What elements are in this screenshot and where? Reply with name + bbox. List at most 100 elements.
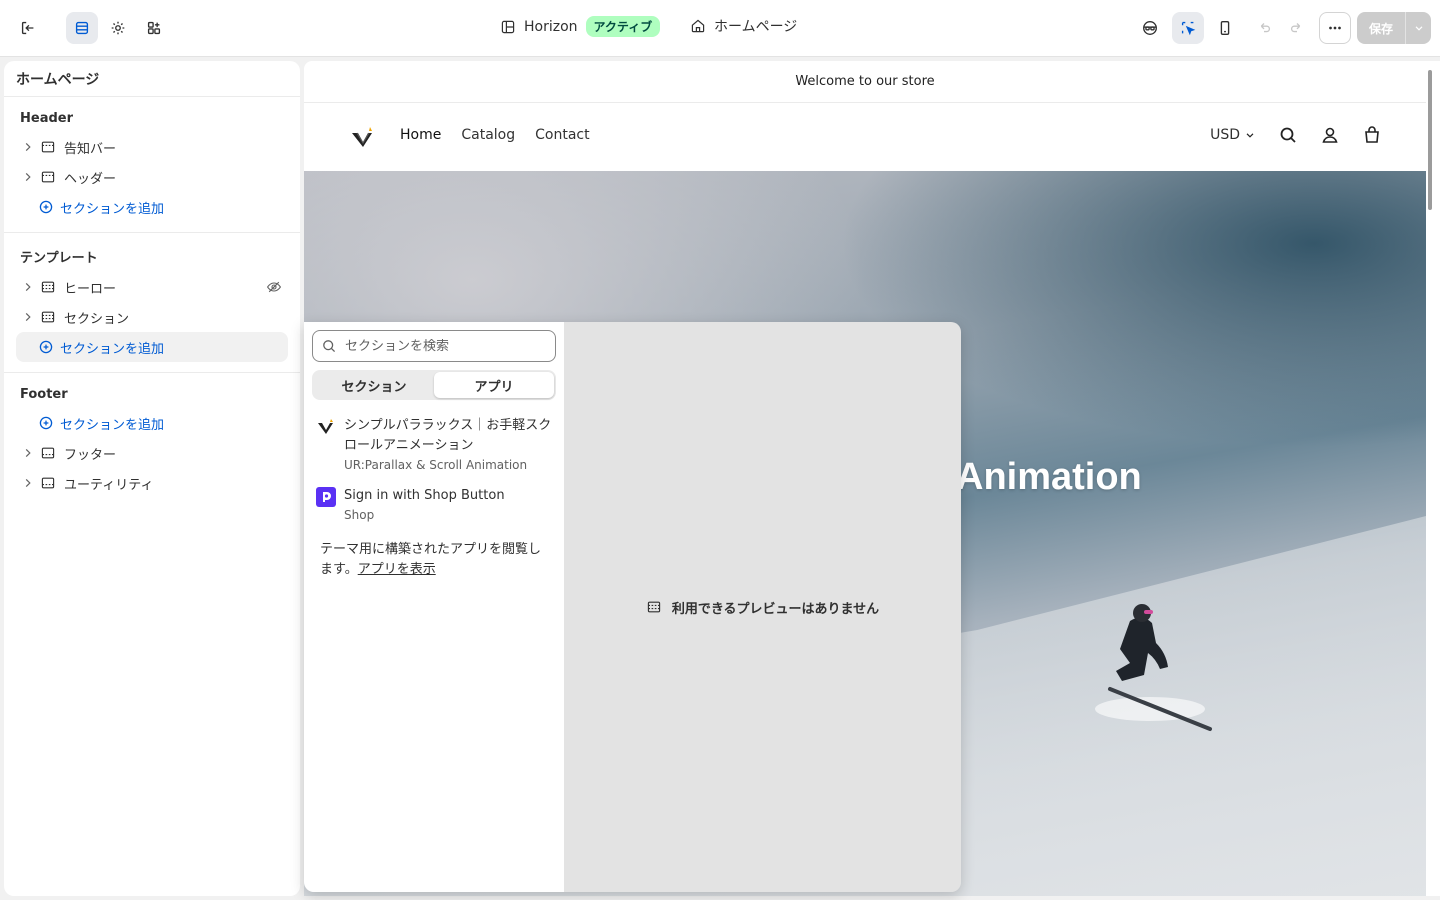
account-icon[interactable] (1320, 125, 1340, 145)
sections-tab-button[interactable] (66, 12, 98, 44)
app-text: Sign in with Shop Button Shop (344, 486, 505, 524)
search-icon[interactable] (1278, 125, 1298, 145)
app-text: シンプルパララックス｜お手軽スクロールアニメーション UR:Parallax &… (344, 416, 552, 474)
exit-icon (21, 21, 34, 35)
sections-icon (75, 21, 89, 35)
eye-hidden-icon[interactable] (266, 279, 282, 295)
header-section-icon (41, 141, 55, 153)
exit-button[interactable] (12, 12, 44, 44)
announcement-bar[interactable]: Welcome to our store (304, 61, 1426, 103)
nav-home[interactable]: Home (400, 127, 441, 143)
plus-circle-icon (39, 416, 53, 430)
parallax-app-icon (318, 419, 333, 434)
cart-icon[interactable] (1362, 125, 1382, 145)
store-header: Home Catalog Contact USD (304, 103, 1426, 171)
section-row-announcement[interactable]: 告知バー (16, 132, 288, 162)
add-section-popover: セクション アプリ シンプルパララックス｜お手軽スクロールアニメーション UR:… (304, 322, 961, 892)
page-selector[interactable]: ホームページ (690, 16, 797, 36)
chevron-down-icon (1246, 133, 1254, 138)
search-icon (323, 340, 336, 353)
section-preview-pane: 利用できるプレビューはありません (564, 322, 961, 892)
group-title: Footer (20, 387, 68, 402)
section-row-utility[interactable]: ユーティリティ (16, 468, 288, 498)
section-row-section[interactable]: セクション (16, 302, 288, 332)
save-options-button[interactable] (1405, 12, 1431, 44)
undo-button[interactable] (1248, 12, 1280, 44)
chevron-right-icon[interactable] (20, 141, 36, 153)
chevron-right-icon[interactable] (20, 171, 36, 183)
section-label: フッター (64, 447, 117, 463)
save-button[interactable]: 保存 (1357, 12, 1405, 44)
section-label: 告知バー (64, 141, 117, 157)
store-logo-icon[interactable] (350, 125, 376, 149)
section-icon (41, 281, 55, 293)
scrollbar-thumb[interactable] (1428, 70, 1432, 210)
ellipsis-icon (1329, 26, 1341, 30)
search-input[interactable] (345, 338, 535, 354)
redo-button[interactable] (1281, 12, 1313, 44)
snowboarder-image (1095, 604, 1212, 731)
app-item-parallax[interactable]: シンプルパララックス｜お手軽スクロールアニメーション UR:Parallax &… (312, 410, 556, 480)
section-icon (41, 311, 55, 323)
section-label: ヘッダー (64, 171, 117, 187)
view-apps-link[interactable]: アプリを表示 (358, 562, 436, 577)
add-section-template[interactable]: セクションを追加 (16, 332, 288, 362)
currency-selector[interactable]: USD (1210, 127, 1256, 143)
segmented-tabs: セクション アプリ (312, 370, 556, 400)
plus-circle-icon (39, 200, 53, 214)
app-vendor: Shop (344, 508, 375, 522)
gear-icon (111, 21, 125, 35)
header-group: Header 告知バー ヘッダー セクションを追加 (4, 97, 300, 233)
section-row-header[interactable]: ヘッダー (16, 162, 288, 192)
browse-apps-text: テーマ用に構築されたアプリを閲覧します。アプリを表示 (312, 530, 556, 590)
redo-icon (1290, 23, 1301, 33)
sidebar-title: ホームページ (4, 61, 300, 97)
add-section-footer[interactable]: セクションを追加 (16, 408, 288, 438)
page-name: ホームページ (714, 19, 798, 35)
ai-assist-button[interactable] (1134, 12, 1166, 44)
chevron-right-icon[interactable] (20, 447, 36, 459)
section-row-hero[interactable]: ヒーロー (16, 272, 288, 302)
add-section-label: セクションを追加 (60, 341, 165, 357)
footer-section-icon (41, 477, 55, 489)
chevron-right-icon[interactable] (20, 311, 36, 323)
apps-icon (147, 21, 161, 35)
currency-label: USD (1210, 127, 1240, 143)
chevron-down-icon (1415, 26, 1422, 31)
section-row-footer[interactable]: フッター (16, 438, 288, 468)
popover-list-pane: セクション アプリ シンプルパララックス｜お手軽スクロールアニメーション UR:… (304, 322, 564, 892)
search-field[interactable] (312, 330, 556, 362)
shop-app-icon (316, 487, 336, 507)
nav-catalog[interactable]: Catalog (461, 127, 515, 143)
chevron-right-icon[interactable] (20, 477, 36, 489)
no-preview-message: 利用できるプレビューはありません (646, 598, 879, 617)
header-section-icon (41, 171, 55, 183)
tab-sections[interactable]: セクション (314, 372, 434, 398)
cursor-select-icon (1181, 21, 1196, 36)
inspector-button[interactable] (1172, 12, 1204, 44)
chevron-right-icon[interactable] (20, 281, 36, 293)
app-vendor: UR:Parallax & Scroll Animation (344, 458, 528, 472)
app-name: シンプルパララックス｜お手軽スクロールアニメーション (344, 418, 552, 453)
undo-icon (1260, 23, 1271, 33)
section-label: ヒーロー (64, 281, 117, 297)
tab-apps[interactable]: アプリ (434, 372, 554, 398)
more-actions-button[interactable] (1319, 12, 1351, 44)
theme-selector[interactable]: Horizon アクティブ (500, 16, 661, 37)
add-section-header[interactable]: セクションを追加 (16, 192, 288, 222)
app-name: Sign in with Shop Button (344, 488, 505, 503)
mobile-preview-button[interactable] (1209, 12, 1241, 44)
add-section-label: セクションを追加 (60, 201, 165, 217)
save-group: 保存 (1357, 12, 1431, 44)
plus-circle-icon (39, 340, 53, 354)
app-item-shop-login[interactable]: Sign in with Shop Button Shop (312, 480, 556, 530)
sidekick-icon (1143, 21, 1157, 35)
top-bar: Horizon アクティブ ホームページ 保存 (0, 0, 1440, 57)
group-title: Header (20, 111, 74, 126)
nav-contact[interactable]: Contact (535, 127, 589, 143)
hero-heading: Animation (956, 456, 1142, 498)
theme-settings-button[interactable] (102, 12, 134, 44)
apps-button[interactable] (138, 12, 170, 44)
store-actions: USD (1210, 125, 1382, 145)
theme-icon (501, 20, 515, 33)
